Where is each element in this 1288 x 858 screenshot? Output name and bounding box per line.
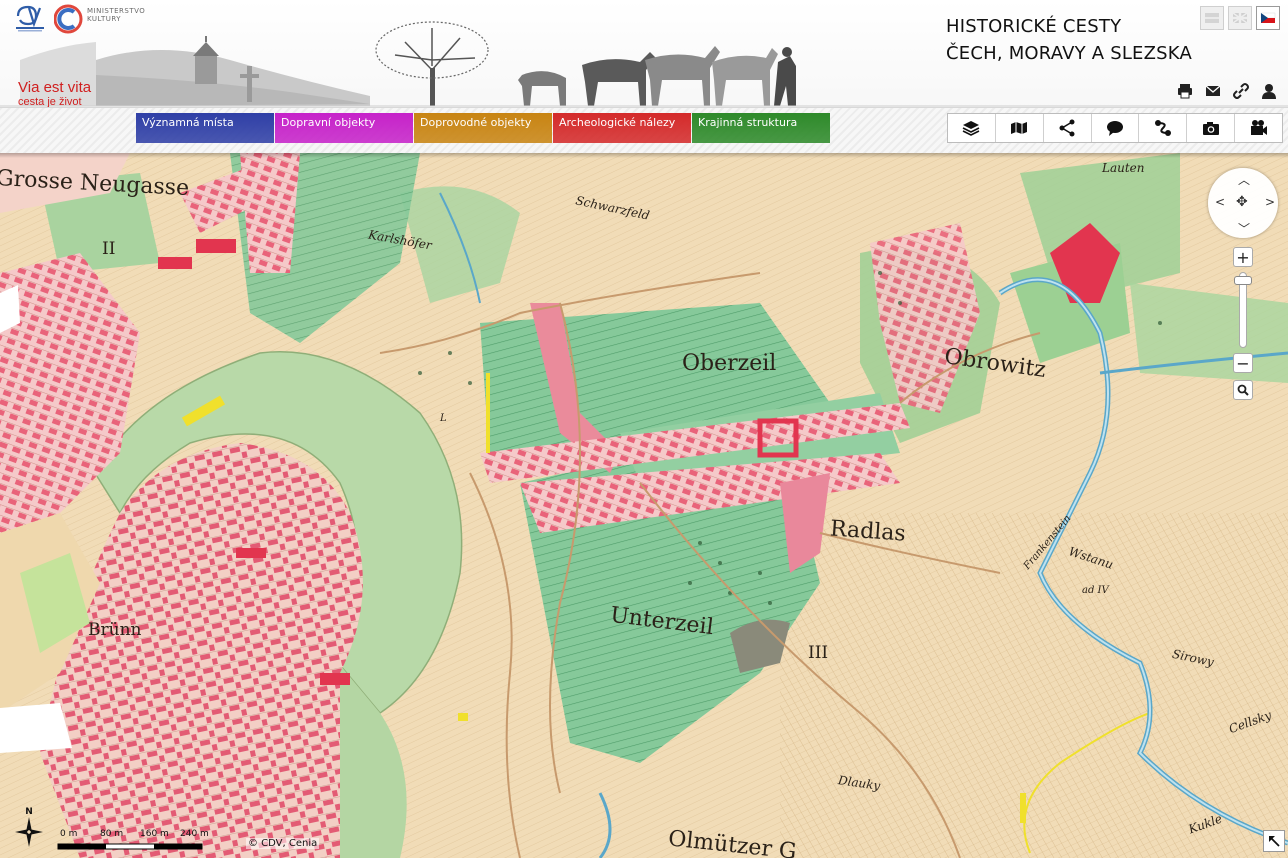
photo-button[interactable] <box>1187 114 1236 142</box>
category-label: Archeologické nálezy <box>559 116 676 129</box>
share-icon <box>1059 119 1075 137</box>
video-button[interactable] <box>1235 114 1282 142</box>
zoom-box-button[interactable] <box>1233 380 1253 400</box>
map-book-button[interactable] <box>996 114 1044 142</box>
comment-button[interactable] <box>1092 114 1140 142</box>
category-label: Dopravní objekty <box>281 116 376 129</box>
brand-title: Via est vita <box>18 79 92 96</box>
mail-icon[interactable] <box>1204 82 1222 100</box>
map-label-ad-iv: ad IV <box>1082 585 1109 596</box>
map-book-icon <box>1011 122 1028 134</box>
ministry-logo-icon <box>53 4 83 34</box>
site-title: HISTORICKÉ CESTY ČECH, MORAVY A SLEZSKA <box>946 13 1192 67</box>
cadastral-map-canvas <box>0 153 1288 858</box>
layers-icon <box>963 121 980 136</box>
magnifier-icon <box>1237 384 1249 396</box>
pan-center-icon[interactable]: ✥ <box>1236 194 1248 210</box>
pan-down-icon[interactable]: ﹀ <box>1238 220 1250 237</box>
category-transport-objects[interactable]: Dopravní objekty <box>275 113 413 143</box>
scale-label-160: 160 m <box>140 829 169 839</box>
site-title-line-1: HISTORICKÉ CESTY <box>946 16 1122 37</box>
lang-czech-button[interactable] <box>1256 6 1280 30</box>
map-section-l: L <box>440 413 447 424</box>
flag-cz-icon <box>1260 12 1276 23</box>
map-label-oberzeil: Oberzeil <box>682 351 777 376</box>
flag-neutral-icon <box>1205 13 1219 23</box>
link-icon[interactable] <box>1232 82 1250 100</box>
user-icon[interactable] <box>1260 82 1278 100</box>
share-button[interactable] <box>1044 114 1092 142</box>
site-title-line-2: ČECH, MORAVY A SLEZSKA <box>946 43 1192 64</box>
map-toolbar <box>947 113 1283 143</box>
category-label: Doprovodné objekty <box>420 116 532 129</box>
category-significant-places[interactable]: Významná místa <box>136 113 274 143</box>
historical-cadastral-map[interactable]: Grosse Neugasse Karlshöfer Schwarzfeld O… <box>0 153 1288 858</box>
video-icon <box>1250 120 1267 135</box>
pan-right-icon[interactable]: > <box>1265 195 1275 209</box>
pan-up-icon[interactable]: ︿ <box>1238 171 1250 188</box>
map-label-brunn: Brünn <box>88 620 142 640</box>
map-section-ii: II <box>102 239 116 259</box>
north-arrow-icon: N <box>15 807 43 847</box>
scale-label-0: 0 m <box>60 829 78 839</box>
map-copyright: © CDV, Cenia <box>246 838 320 849</box>
camera-icon <box>1202 122 1219 135</box>
category-archaeological-finds[interactable]: Archeologické nálezy <box>553 113 691 143</box>
expand-arrow-icon <box>1269 836 1280 847</box>
ministry-name: MINISTERSTVO KULTURY <box>87 7 146 23</box>
category-landscape-structure[interactable]: Krajinná struktura <box>692 113 830 143</box>
header-shadow <box>0 153 1288 158</box>
map-label-lauten: Lauten <box>1102 161 1145 175</box>
layers-button[interactable] <box>948 114 996 142</box>
lang-english-button[interactable] <box>1228 6 1252 30</box>
north-label: N <box>25 807 33 817</box>
route-button[interactable] <box>1139 114 1188 142</box>
route-icon <box>1154 120 1171 136</box>
scale-label-240: 240 m <box>180 829 209 839</box>
map-label-radlas: Radlas <box>829 516 907 547</box>
zoom-out-button[interactable]: − <box>1233 353 1253 373</box>
via-est-vita-brand[interactable]: Via est vita cesta je život <box>18 79 98 109</box>
comment-icon <box>1107 121 1123 136</box>
print-icon[interactable] <box>1176 82 1194 100</box>
pan-left-icon[interactable]: < <box>1215 195 1225 209</box>
category-accompanying-objects[interactable]: Doprovodné objekty <box>414 113 552 143</box>
pan-control[interactable]: ︿ ﹀ < > ✥ <box>1208 168 1278 238</box>
scale-label-80: 80 m <box>100 829 124 839</box>
category-label: Významná místa <box>142 116 234 129</box>
flag-uk-icon <box>1232 12 1248 24</box>
map-section-iii: III <box>808 643 829 663</box>
ministry-of-culture-logo: MINISTERSTVO KULTURY <box>53 4 146 34</box>
zoom-slider-handle[interactable] <box>1234 276 1252 285</box>
zoom-in-button[interactable]: + <box>1233 247 1253 267</box>
category-label: Krajinná struktura <box>698 116 798 129</box>
lang-neutral-button[interactable] <box>1200 6 1224 30</box>
fullscreen-button[interactable] <box>1263 830 1285 852</box>
cdv-logo <box>16 5 44 32</box>
